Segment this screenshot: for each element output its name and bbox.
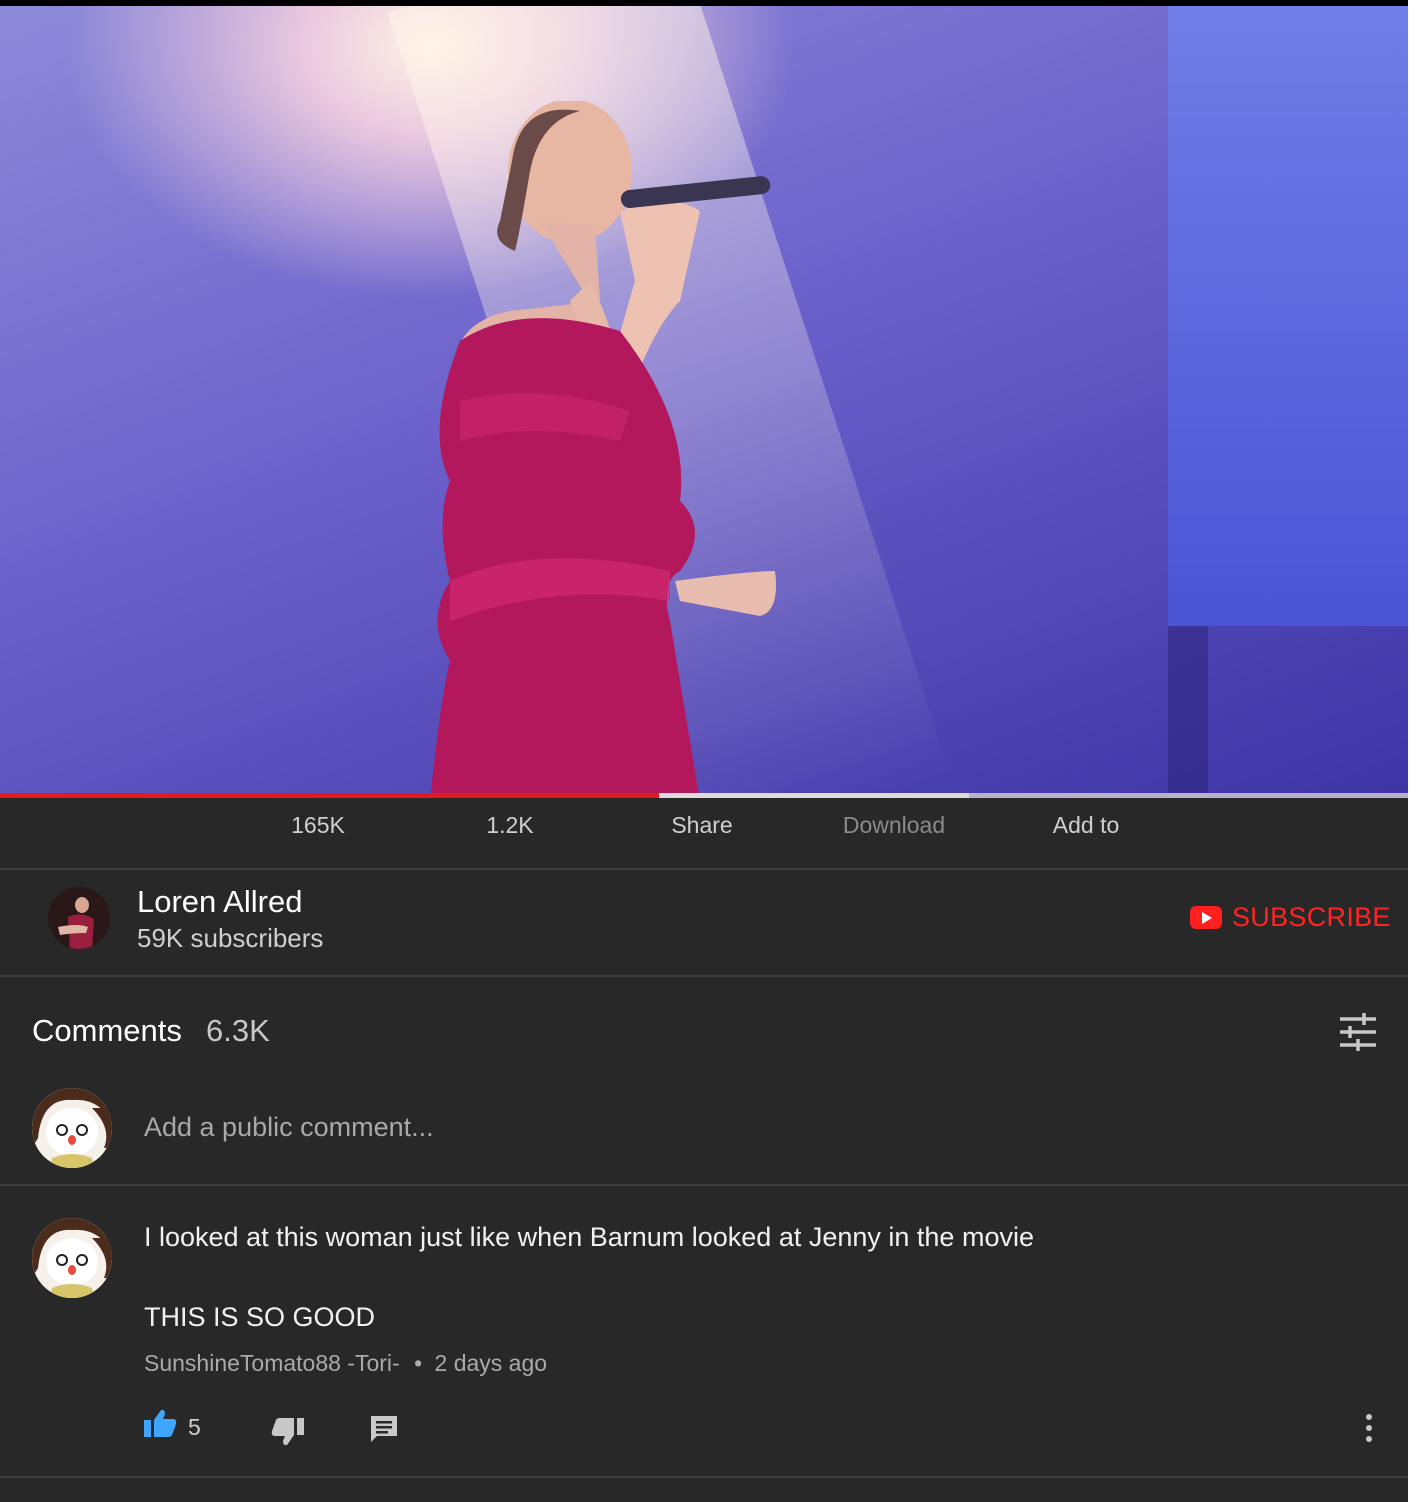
youtube-play-icon — [1190, 906, 1222, 929]
share-button[interactable]: Share — [622, 812, 782, 839]
video-player[interactable] — [0, 6, 1408, 794]
divider — [0, 868, 1408, 870]
channel-avatar[interactable] — [48, 887, 110, 949]
comment-text-line-2: THIS IS SO GOOD — [144, 1302, 376, 1332]
more-options-icon[interactable] — [1362, 1412, 1376, 1444]
subscribe-label: SUBSCRIBE — [1232, 902, 1391, 932]
divider — [0, 975, 1408, 977]
comments-count: 6.3K — [206, 1013, 270, 1048]
thumbs-down-icon[interactable] — [271, 1417, 305, 1447]
stage-screen — [1168, 6, 1408, 626]
download-button[interactable]: Download — [814, 812, 974, 839]
video-frame-singer — [430, 101, 776, 794]
comment-timestamp: 2 days ago — [434, 1350, 548, 1376]
window-edge — [1408, 0, 1416, 1502]
comment-author-avatar[interactable] — [32, 1218, 112, 1298]
channel-subscriber-count: 59K subscribers — [137, 923, 324, 953]
channel-avatar-image — [48, 887, 110, 949]
meta-separator: • — [414, 1350, 423, 1376]
channel-name[interactable]: Loren Allred — [137, 884, 302, 920]
comment-like-count: 5 — [188, 1414, 201, 1440]
comments-title: Comments — [32, 1013, 182, 1048]
video-actions-bar: 165K 1.2K Share Download Add to — [0, 798, 1408, 868]
sort-filter-icon[interactable] — [1338, 1012, 1378, 1052]
add-comment-input[interactable]: Add a public comment... — [144, 1112, 1144, 1143]
like-count-button[interactable]: 165K — [238, 812, 398, 839]
current-user-avatar — [32, 1088, 112, 1168]
subscribe-button[interactable]: SUBSCRIBE — [1190, 902, 1391, 933]
reply-icon[interactable] — [369, 1414, 399, 1444]
thumbs-up-icon[interactable] — [143, 1408, 177, 1438]
comment-author[interactable]: SunshineTomato88 -Tori- — [144, 1350, 400, 1376]
user-avatar-image — [32, 1088, 112, 1168]
comment-text-line-1: I looked at this woman just like when Ba… — [144, 1222, 1034, 1252]
comment-avatar-image — [32, 1218, 112, 1298]
comment-meta: SunshineTomato88 -Tori- • 2 days ago — [144, 1350, 547, 1377]
dislike-count-button[interactable]: 1.2K — [430, 812, 590, 839]
divider — [0, 1184, 1408, 1186]
divider — [0, 1476, 1408, 1478]
add-to-button[interactable]: Add to — [1006, 812, 1166, 839]
